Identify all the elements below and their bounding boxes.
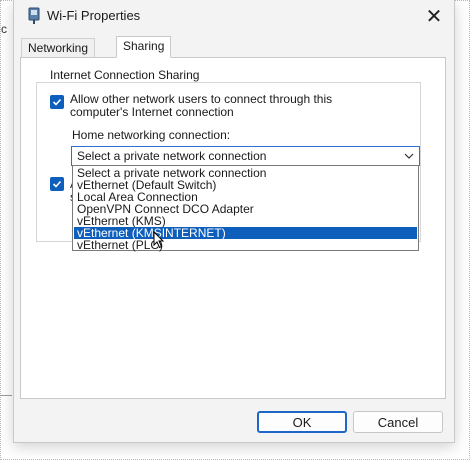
close-button[interactable]: ✕ xyxy=(416,2,452,30)
background-partial-text: c xyxy=(1,22,7,36)
home-networking-combobox[interactable]: Select a private network connection xyxy=(71,146,420,166)
home-networking-label: Home networking connection: xyxy=(72,128,231,142)
tab-networking[interactable]: Networking xyxy=(21,38,96,57)
title-bar: Wi-Fi Properties ✕ xyxy=(14,0,454,32)
connection-dropdown-list[interactable]: Select a private network connection vEth… xyxy=(72,165,419,251)
mouse-pointer-icon xyxy=(153,231,165,249)
allow-connect-checkbox[interactable] xyxy=(50,95,64,109)
tab-sharing[interactable]: Sharing xyxy=(116,36,172,58)
allow-connect-label-line2: computer's Internet connection xyxy=(70,105,234,119)
window-title: Wi-Fi Properties xyxy=(47,8,141,23)
wifi-adapter-icon xyxy=(28,7,40,24)
dropdown-option[interactable]: vEthernet (PLC) xyxy=(74,239,417,251)
allow-connect-label: Allow other network users to connect thr… xyxy=(70,93,390,119)
ics-group-title: Internet Connection Sharing xyxy=(47,68,203,82)
ok-button[interactable]: OK xyxy=(257,411,347,433)
checkmark-icon xyxy=(52,180,62,188)
combobox-value: Select a private network connection xyxy=(77,149,267,163)
chevron-down-icon xyxy=(404,153,414,159)
checkmark-icon xyxy=(52,98,62,106)
close-icon: ✕ xyxy=(425,5,443,28)
background-line xyxy=(0,395,12,396)
cancel-button[interactable]: Cancel xyxy=(353,411,443,433)
allow-control-checkbox[interactable] xyxy=(50,177,64,191)
